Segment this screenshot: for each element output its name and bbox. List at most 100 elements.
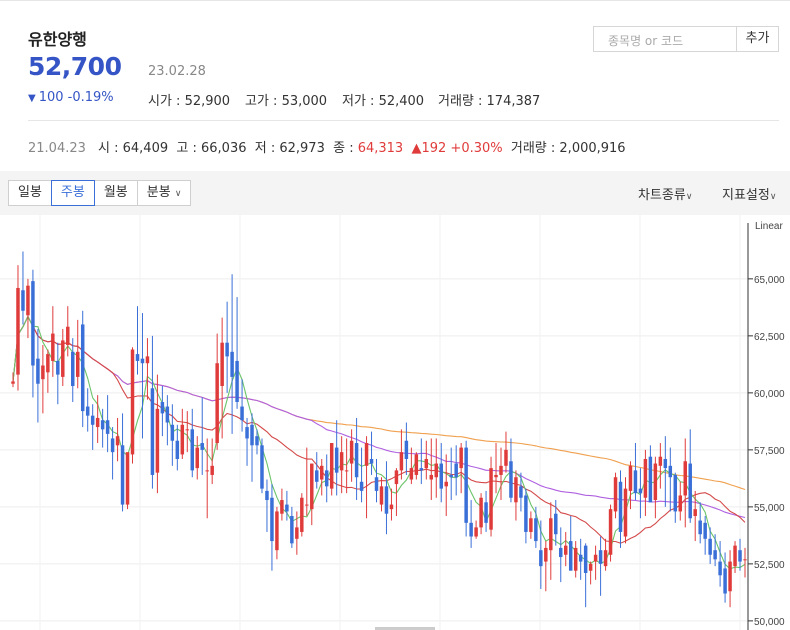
- candle-body: [205, 470, 209, 472]
- candle-body: [593, 554, 598, 562]
- candle-body: [160, 401, 165, 414]
- candle-body: [683, 461, 687, 496]
- candle-body: [459, 447, 463, 469]
- down-triangle-icon: ▼: [28, 93, 36, 104]
- add-stock-button[interactable]: 추가: [737, 26, 779, 52]
- candle-body: [100, 420, 105, 430]
- chart-grid: [0, 215, 748, 630]
- chevron-down-icon: ∨: [685, 192, 693, 202]
- candle-body: [115, 436, 120, 446]
- candle-body: [71, 351, 75, 387]
- candle-body: [529, 518, 533, 532]
- candle-body: [613, 477, 618, 512]
- candle-body: [255, 436, 259, 446]
- high-price: 고가 : 53,000: [245, 94, 328, 109]
- tab-daily[interactable]: 일봉: [8, 180, 52, 206]
- candle-body: [215, 363, 219, 444]
- indicator-settings-label: 지표설정: [722, 188, 770, 203]
- tab-monthly[interactable]: 월봉: [93, 180, 138, 206]
- candle-body: [290, 515, 294, 544]
- candle-body: [344, 470, 349, 472]
- chart-type-dropdown[interactable]: 차트종류∨: [638, 184, 692, 203]
- candle-body: [563, 545, 568, 555]
- candle-body: [359, 481, 364, 491]
- candle-body: [125, 452, 130, 505]
- candle-body: [175, 440, 180, 459]
- candle-body: [484, 502, 488, 523]
- candle-body: [364, 443, 369, 466]
- candle-body: [693, 509, 697, 516]
- candle-body: [603, 550, 608, 567]
- candle-body: [275, 511, 279, 551]
- candle-body: [155, 408, 160, 473]
- candle-body: [235, 360, 239, 402]
- candle-body: [66, 326, 70, 345]
- candle-body: [728, 561, 732, 592]
- candle-body: [469, 522, 473, 537]
- candle-body: [524, 495, 528, 532]
- candle-body: [723, 568, 727, 594]
- candle-body: [633, 470, 638, 494]
- hover-close: 64,313: [357, 141, 404, 156]
- indicator-settings-dropdown[interactable]: 지표설정∨: [722, 184, 776, 203]
- candle-body: [240, 406, 244, 421]
- candle-body: [698, 520, 702, 535]
- candle-body: [424, 458, 429, 469]
- y-tick-label: 52,500: [754, 560, 785, 571]
- y-tick-label: 50,000: [754, 617, 785, 628]
- candle-body: [46, 354, 50, 373]
- candle-body: [195, 447, 199, 469]
- candlestick-chart[interactable]: Linear 50,000 52,500 55,000 57,500 60,000 62,…: [0, 215, 790, 630]
- candle-body: [16, 287, 20, 375]
- candle-body: [324, 470, 329, 487]
- candle-body: [539, 550, 543, 567]
- candle-body: [409, 468, 414, 480]
- candle-body: [315, 470, 319, 482]
- candle-body: [319, 465, 324, 480]
- candle-body: [583, 545, 588, 573]
- hover-high: 고 : 66,036: [176, 141, 247, 156]
- candle-body: [90, 415, 95, 425]
- candle-body: [130, 349, 135, 455]
- y-tick-label: 55,000: [754, 503, 785, 514]
- open-price: 시가 : 52,900: [148, 94, 231, 109]
- y-tick-label: 62,500: [754, 332, 785, 343]
- candle-body: [499, 465, 503, 475]
- volume: 거래량 : 174,387: [438, 94, 541, 109]
- candle-body: [708, 538, 712, 555]
- stock-search-input[interactable]: 종목명 or 코드: [593, 26, 737, 52]
- candle-body: [389, 504, 394, 510]
- candle-body: [110, 438, 115, 453]
- candle-body: [658, 456, 663, 466]
- hover-volume: 거래량 : 2,000,916: [510, 141, 626, 156]
- candle-body: [643, 458, 648, 498]
- candle-body: [51, 333, 55, 361]
- tab-weekly[interactable]: 주봉: [50, 180, 95, 206]
- candle-body: [444, 481, 448, 487]
- candle-body: [653, 463, 658, 501]
- candle-body: [479, 497, 483, 528]
- candle-body: [429, 474, 434, 480]
- y-tick-label: 60,000: [754, 389, 785, 400]
- candle-body: [504, 449, 508, 466]
- candle-body: [673, 474, 678, 512]
- candle-body: [170, 424, 175, 441]
- candle-body: [678, 495, 683, 512]
- candle-body: [638, 488, 643, 494]
- candle-body: [544, 547, 548, 562]
- candle-body: [21, 290, 25, 311]
- candle-body: [41, 365, 45, 380]
- candle-body: [434, 463, 439, 478]
- candle-body: [703, 522, 707, 539]
- tab-minute[interactable]: 분봉 ∨: [136, 180, 192, 206]
- candle-body: [549, 518, 553, 551]
- low-price: 저가 : 52,400: [342, 94, 425, 109]
- hover-candle-info: 21.04.23 시 : 64,409 고 : 66,036 저 : 62,97…: [28, 137, 626, 156]
- candle-body: [265, 490, 269, 501]
- candle-body: [379, 486, 384, 505]
- candle-body: [329, 443, 334, 489]
- price-change-value: 100 -0.19%: [38, 90, 114, 105]
- candle-body: [449, 474, 453, 478]
- price-change: ▼ 100 -0.19%: [28, 90, 114, 105]
- candle-body: [80, 324, 85, 412]
